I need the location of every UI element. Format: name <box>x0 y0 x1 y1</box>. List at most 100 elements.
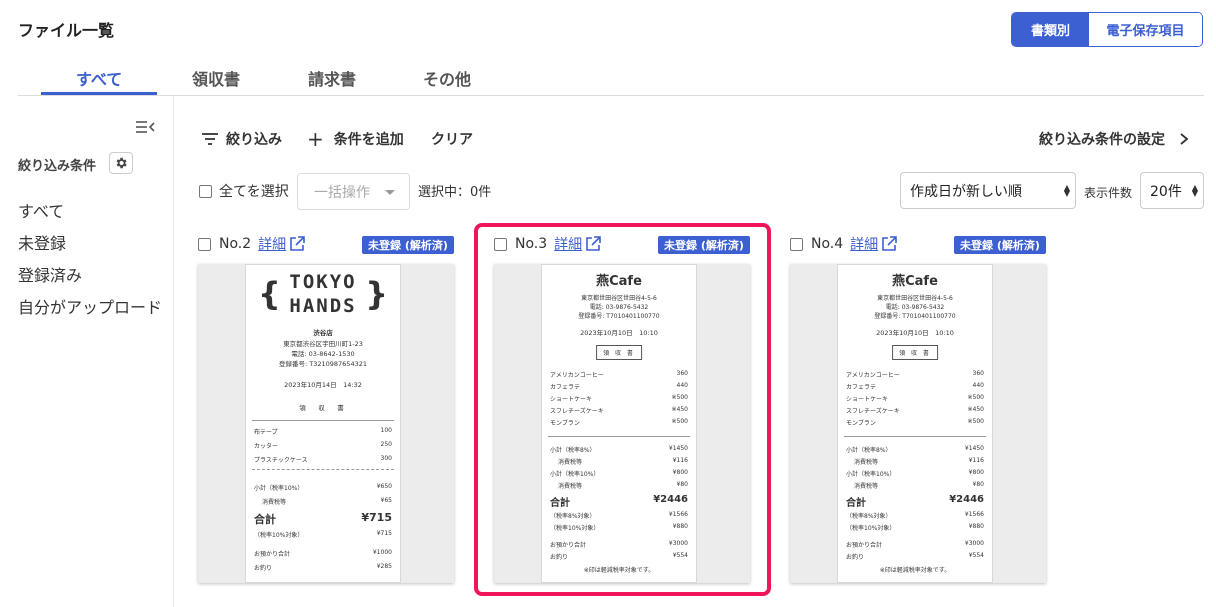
line-item: ショートケーキ ※500 <box>846 394 984 403</box>
receipt-doc-title: 領 収 書 <box>892 345 938 360</box>
row-amount: 440 <box>676 382 688 389</box>
filter-settings-button[interactable] <box>109 152 133 174</box>
bulk-action-dropdown[interactable]: 一括操作 <box>297 173 410 210</box>
collapse-sidebar-icon[interactable] <box>135 119 155 135</box>
row-amount: ※500 <box>671 394 688 401</box>
tab-receipts[interactable]: 領収書 <box>192 66 240 90</box>
add-condition-button[interactable]: + 条件を追加 <box>307 129 404 149</box>
filter-settings-link[interactable]: 絞り込み条件の設定 <box>1039 129 1189 149</box>
sidebar-item-all[interactable]: すべて <box>18 198 64 222</box>
row-label: （税率10%対象） <box>846 525 896 532</box>
row-label: 消費税等 <box>558 459 583 466</box>
selected-count: 選択中：0件 <box>418 185 492 200</box>
divider <box>252 469 394 470</box>
divider <box>252 420 394 421</box>
sort-order-select[interactable]: 作成日が新しい順 ▲ ▼ <box>900 172 1076 209</box>
sidebar-item-registered[interactable]: 登録済み <box>18 262 82 286</box>
row-label: ショートケーキ <box>846 396 889 403</box>
row-amount: ※500 <box>967 418 984 425</box>
row-label: スフレチーズケーキ <box>846 408 900 415</box>
row-amount: ¥116 <box>968 457 984 464</box>
row-label: 小計（税率10%） <box>846 471 896 478</box>
change-row: お釣り ¥285 <box>254 563 392 572</box>
caret-down-icon <box>385 190 395 195</box>
electronic-storage-items-button[interactable]: 電子保存項目 <box>1089 13 1202 46</box>
clear-button[interactable]: クリア <box>431 129 473 149</box>
row-label: 消費税等 <box>854 459 879 466</box>
row-label: 合計 <box>254 513 276 526</box>
store-address: 東京都渋谷区宇田川町1-23 <box>283 340 363 348</box>
store-phone: 電話: 03-9876-5432 <box>589 304 649 311</box>
document-thumbnail[interactable]: TOKYO HANDS {} 渋谷店 東京都渋谷区宇田川町1-23 電話: 03… <box>198 264 454 583</box>
filter-settings-label: 絞り込み条件の設定 <box>1039 132 1165 148</box>
divider <box>844 436 986 437</box>
taxable-row: （税率8%対象） ¥1566 <box>846 511 984 520</box>
external-link-icon[interactable] <box>881 236 897 252</box>
status-badge: 未登録 (解析済) <box>658 236 750 254</box>
row-label: モンブラン <box>846 420 876 427</box>
sidebar-divider <box>173 96 174 607</box>
detail-link[interactable]: 詳細 <box>554 234 582 254</box>
tab-other[interactable]: その他 <box>423 66 471 90</box>
row-label: お釣り <box>846 554 865 561</box>
document-thumbnail[interactable]: 燕Cafe 東京都世田谷区世田谷4-5-6 電話: 03-9876-5432 登… <box>494 264 750 583</box>
row-label: 消費税等 <box>854 483 879 490</box>
sidebar-item-unregistered[interactable]: 未登録 <box>18 230 66 254</box>
total-row: 合計 ¥2446 <box>550 494 688 509</box>
paid-row: お預かり合計 ¥3000 <box>550 540 688 549</box>
row-amount: 440 <box>972 382 984 389</box>
subtotal-row: 小計（税率8%） ¥1450 <box>550 445 688 454</box>
sidebar-item-my-uploads[interactable]: 自分がアップロード <box>18 294 162 318</box>
select-all[interactable]: 全てを選択 <box>199 181 289 201</box>
detail-link[interactable]: 詳細 <box>258 234 286 254</box>
detail-link[interactable]: 詳細 <box>850 234 878 254</box>
updown-arrows-icon: ▲ ▼ <box>1063 183 1070 198</box>
filter-button[interactable]: 絞り込み <box>201 129 282 149</box>
external-link-icon[interactable] <box>289 236 305 252</box>
card-checkbox[interactable] <box>494 237 507 251</box>
row-label: お預かり合計 <box>846 542 883 549</box>
total-row: 合計 ¥2446 <box>846 494 984 509</box>
status-badge: 未登録 (解析済) <box>954 236 1046 254</box>
row-amount: 360 <box>676 370 688 377</box>
select-all-checkbox[interactable] <box>199 184 212 198</box>
receipt-doc-title: 領 収 書 <box>299 404 347 412</box>
by-document-type-button[interactable]: 書類別 <box>1012 13 1089 46</box>
per-page-select[interactable]: 20件 ▲ ▼ <box>1140 172 1204 209</box>
row-label: 小計（税率8%） <box>846 447 892 454</box>
row-amount: ¥715 <box>376 530 392 537</box>
external-link-icon[interactable] <box>585 236 601 252</box>
reduced-tax-note: ※印は軽減税率対象です。 <box>583 567 655 574</box>
row-label: （税率8%対象） <box>846 513 892 520</box>
taxable-row: （税率10%対象） ¥880 <box>846 523 984 532</box>
tab-all[interactable]: すべて <box>76 66 122 90</box>
subtotal-row: 小計（税率10%） ¥650 <box>254 483 392 492</box>
row-label: カフェラテ <box>550 384 581 391</box>
divider <box>548 436 690 437</box>
line-item: プラスチックケース 300 <box>254 455 392 464</box>
subtotal-row: 小計（税率8%） ¥1450 <box>846 445 984 454</box>
row-label: プラスチックケース <box>254 457 308 464</box>
row-amount: ¥800 <box>672 469 688 476</box>
line-item: カッター 250 <box>254 441 392 450</box>
row-label: （税率10%対象） <box>550 525 600 532</box>
row-label: アメリカンコーヒー <box>846 372 900 379</box>
row-label: 小計（税率10%） <box>254 485 304 492</box>
store-phone: 電話: 03-9876-5432 <box>885 304 945 311</box>
row-amount: ¥1000 <box>372 549 392 556</box>
row-amount: ¥1450 <box>668 445 688 452</box>
card-header: No.3 詳細 <box>494 234 601 254</box>
subtotal-row: 小計（税率10%） ¥800 <box>550 469 688 478</box>
card-checkbox[interactable] <box>790 237 803 251</box>
line-item: ショートケーキ ※500 <box>550 394 688 403</box>
card-checkbox[interactable] <box>198 237 211 251</box>
per-page-label: 表示件数 <box>1084 186 1133 200</box>
document-thumbnail[interactable]: 燕Cafe 東京都世田谷区世田谷4-5-6 電話: 03-9876-5432 登… <box>790 264 1046 583</box>
tab-invoices[interactable]: 請求書 <box>308 66 356 90</box>
plus-icon: + <box>307 127 324 151</box>
row-label: 消費税等 <box>262 499 287 506</box>
row-label: お釣り <box>550 554 569 561</box>
card-number: No.2 <box>219 236 252 252</box>
add-condition-label: 条件を追加 <box>333 132 404 148</box>
tab-bar: すべて 領収書 請求書 その他 <box>18 60 1204 96</box>
